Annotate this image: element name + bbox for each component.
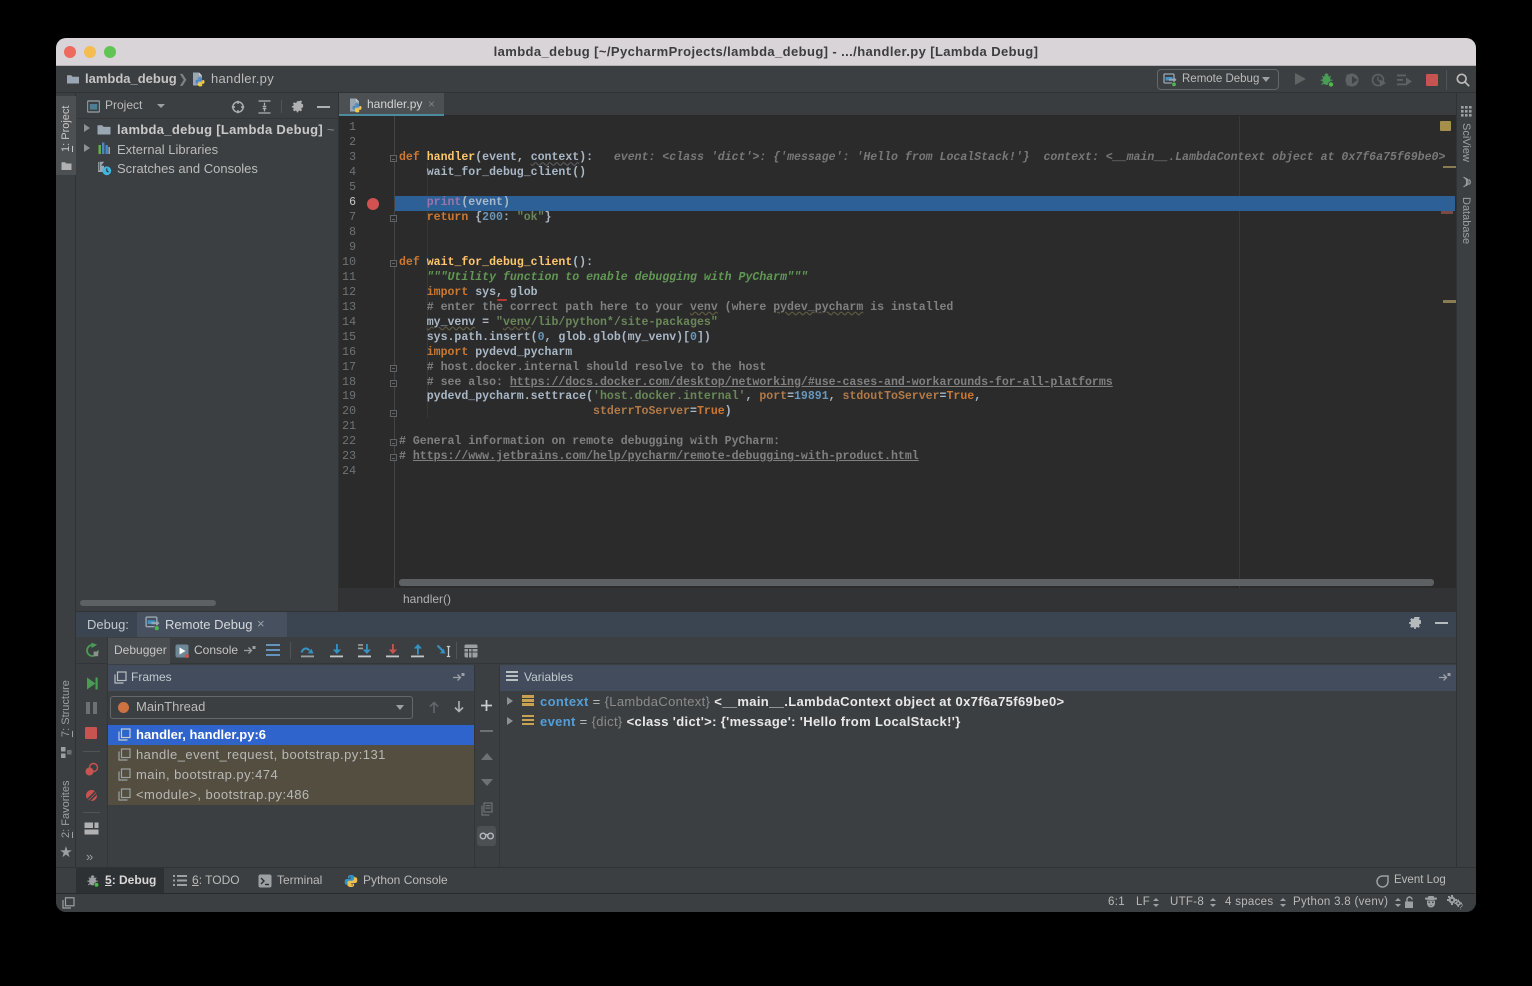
svg-text:?: ? — [1459, 903, 1464, 911]
